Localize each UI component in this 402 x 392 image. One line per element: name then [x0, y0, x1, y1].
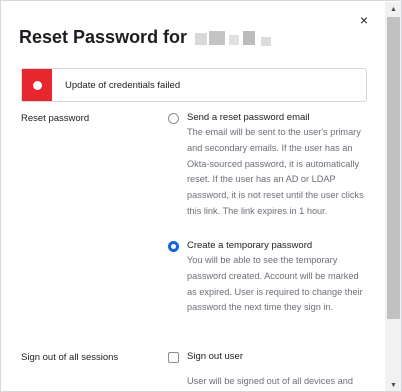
reset-password-label: Reset password	[21, 113, 90, 124]
radio-temporary-password[interactable]	[168, 241, 179, 252]
error-icon	[32, 80, 42, 90]
sign-out-label: Sign out of all sessions	[21, 352, 119, 363]
reset-password-dialog: Reset Password for × Update of credentia…	[0, 0, 402, 392]
radio-option-send-email[interactable]: Send a reset password email	[168, 112, 310, 124]
dialog-title-text: Reset Password for	[19, 27, 188, 47]
close-icon[interactable]: ×	[357, 13, 371, 27]
radio-send-email-label[interactable]: Send a reset password email	[187, 112, 310, 123]
send-email-description: The email will be sent to the user's pri…	[187, 127, 364, 216]
scrollbar-thumb[interactable]	[387, 17, 400, 319]
sign-out-user-label[interactable]: Sign out user	[187, 351, 243, 362]
sign-out-description: User will be signed out of all devices a…	[187, 376, 353, 386]
scroll-up-icon[interactable]: ▲	[385, 2, 401, 16]
temporary-password-description: You will be able to see the temporary pa…	[187, 255, 363, 313]
sign-out-user-option[interactable]: Sign out user	[168, 351, 243, 363]
sign-out-user-checkbox[interactable]	[168, 352, 179, 363]
dialog-title: Reset Password for	[19, 27, 279, 48]
radio-option-temporary-password[interactable]: Create a temporary password	[168, 240, 312, 252]
error-alert-stripe	[22, 69, 52, 101]
scroll-down-icon[interactable]: ▼	[385, 378, 401, 391]
redacted-username	[195, 29, 279, 47]
error-alert: Update of credentials failed	[21, 68, 367, 102]
error-alert-message: Update of credentials failed	[65, 79, 181, 91]
radio-temporary-password-label[interactable]: Create a temporary password	[187, 240, 312, 251]
radio-send-email[interactable]	[168, 113, 179, 124]
